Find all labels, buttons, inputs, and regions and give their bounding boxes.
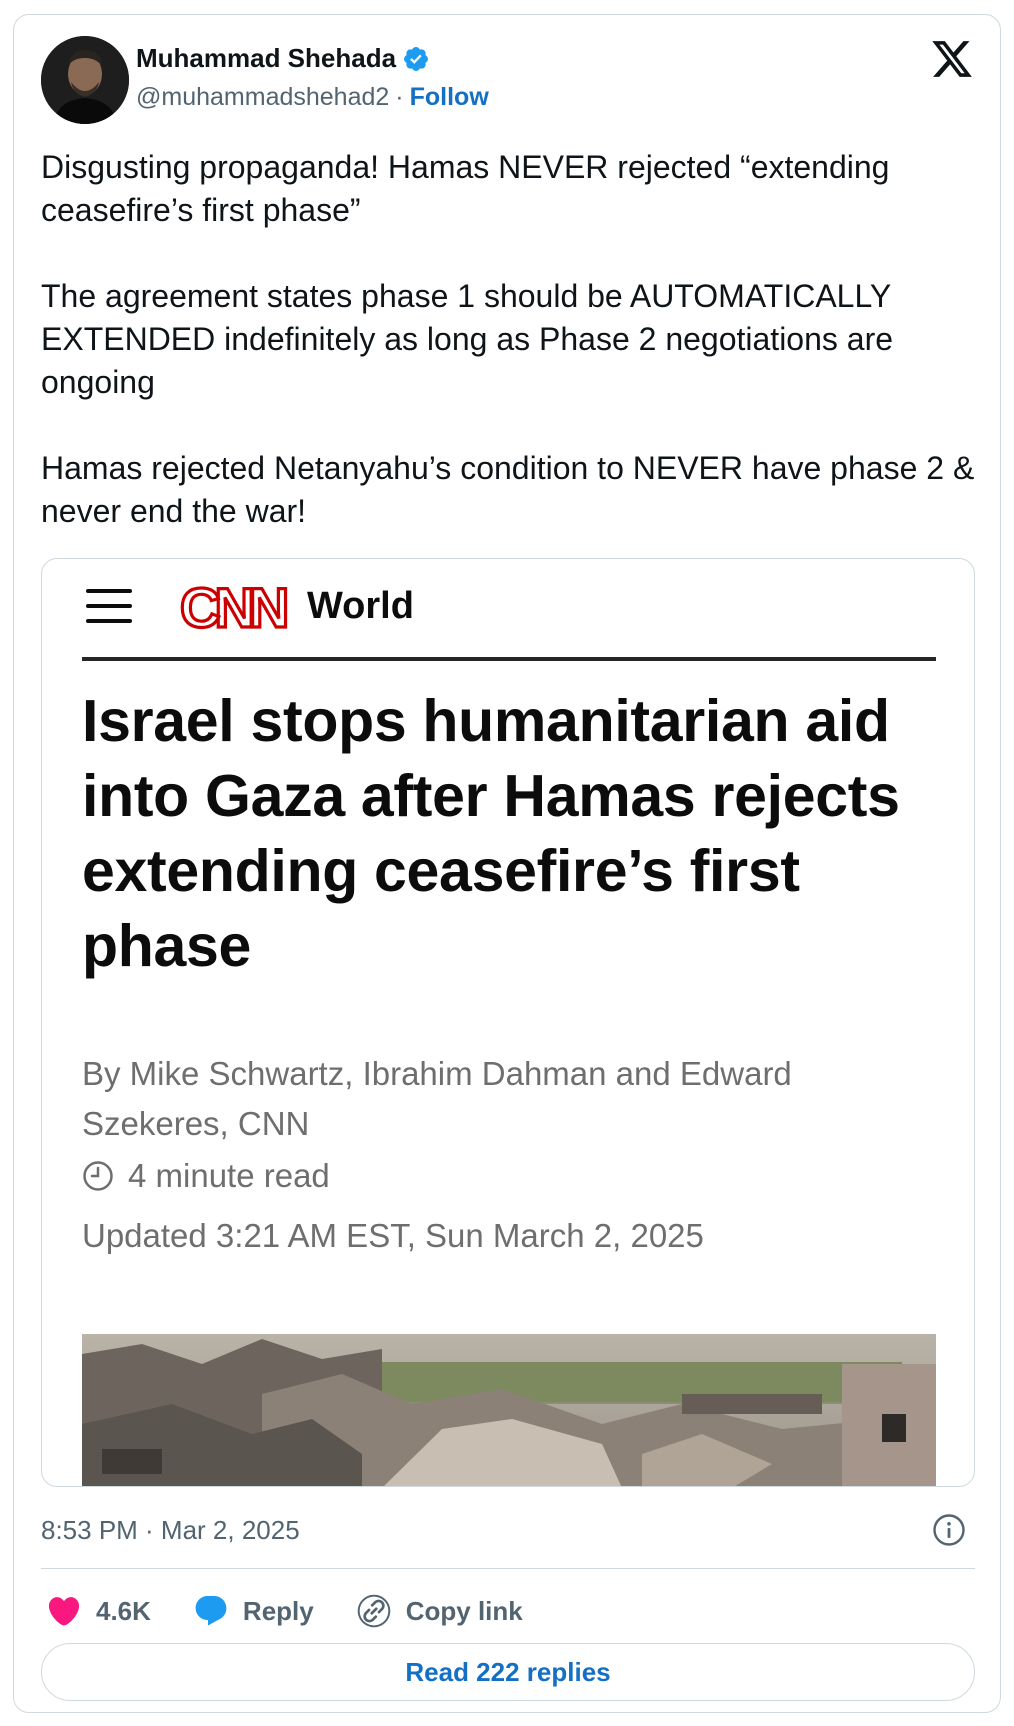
action-bar: 4.6K Reply Copy link <box>46 1593 565 1629</box>
x-logo-icon[interactable] <box>930 37 974 81</box>
header-divider <box>82 657 936 661</box>
heart-icon <box>48 1597 80 1626</box>
link-icon <box>357 1594 391 1628</box>
copy-link-button[interactable]: Copy link <box>356 1593 523 1629</box>
embedded-article-screenshot[interactable]: CNN World Israel stops humanitarian aid … <box>41 558 975 1487</box>
reply-bubble-icon <box>195 1596 227 1626</box>
read-replies-button[interactable]: Read 222 replies <box>41 1643 975 1701</box>
rubble-photo <box>82 1334 936 1486</box>
handle-separator: · <box>395 83 404 111</box>
avatar-image <box>41 36 129 124</box>
article-updated: Updated 3:21 AM EST, Sun March 2, 2025 <box>82 1217 704 1254</box>
author-handle[interactable]: @muhammadshehad2 <box>136 83 389 112</box>
follow-button[interactable]: Follow <box>410 83 489 112</box>
author-name[interactable]: Muhammad Shehada <box>136 43 396 74</box>
copy-link-label: Copy link <box>405 1595 523 1626</box>
reply-label: Reply <box>242 1595 314 1626</box>
cnn-section-label: World <box>307 585 414 627</box>
tweet-text: Disgusting propaganda! Hamas NEVER rejec… <box>41 146 981 533</box>
read-time: 4 minute read <box>82 1157 330 1195</box>
tweet-card: Muhammad Shehada @muhammadshehad2 · Foll… <box>13 14 1001 1713</box>
like-button[interactable]: 4.6K <box>46 1593 151 1629</box>
cnn-logo: CNN <box>178 577 293 637</box>
reply-button[interactable]: Reply <box>193 1593 314 1629</box>
cnn-logo-text: CNN <box>180 577 286 637</box>
read-time-label: 4 minute read <box>128 1157 330 1194</box>
clock-icon <box>83 1161 113 1191</box>
tweet-timestamp[interactable]: 8:53 PM · Mar 2, 2025 <box>41 1515 300 1546</box>
tweet-paragraph-1: Disgusting propaganda! Hamas NEVER rejec… <box>41 149 890 228</box>
article-byline: By Mike Schwartz, Ibrahim Dahman and Edw… <box>82 1055 792 1142</box>
avatar[interactable] <box>41 36 129 124</box>
article-headline: Israel stops humanitarian aid into Gaza … <box>82 688 900 979</box>
footer-divider <box>41 1568 975 1569</box>
article-photo <box>82 1334 936 1486</box>
like-count: 4.6K <box>96 1595 151 1626</box>
tweet-paragraph-3: Hamas rejected Netanyahu’s condition to … <box>41 450 975 529</box>
hamburger-menu-icon <box>86 589 132 623</box>
verified-badge-icon <box>404 46 429 71</box>
tweet-paragraph-2: The agreement states phase 1 should be A… <box>41 278 894 400</box>
info-icon[interactable] <box>932 1513 966 1547</box>
